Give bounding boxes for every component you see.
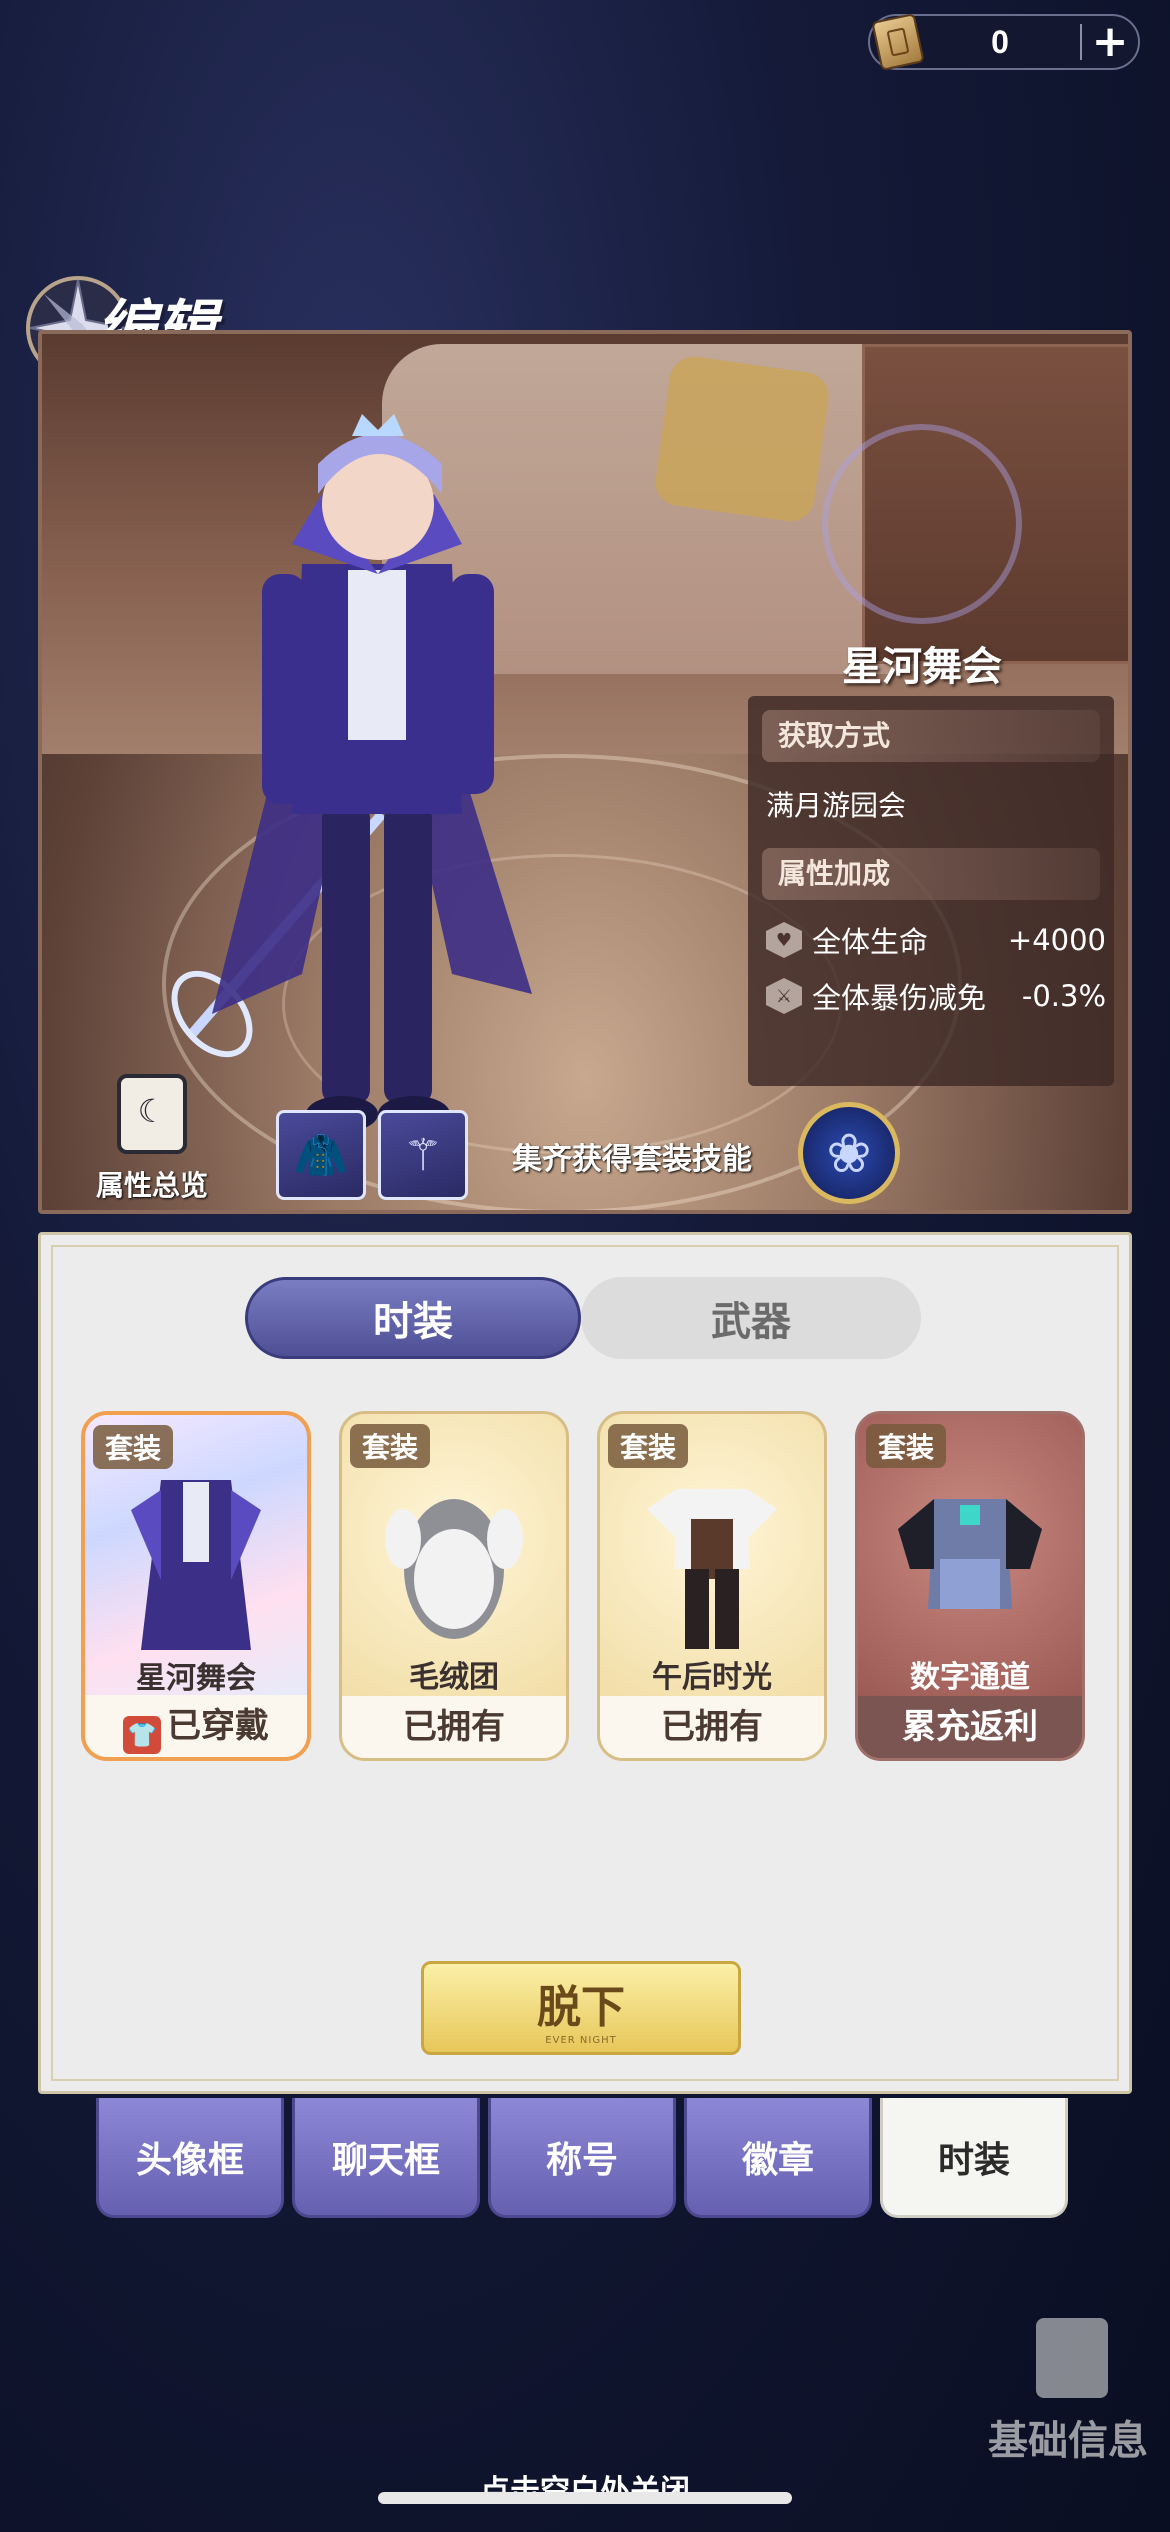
afternoon-outfit-icon [647, 1489, 777, 1649]
outfit-preview: 星河舞会 获取方式 满月游园会 属性加成 ♥ 全体生命 +4000 ⚔ 全体暴伤… [38, 330, 1132, 1214]
blue-rose-icon[interactable]: ❀ [798, 1102, 900, 1204]
sword-shield-icon: ⚔ [766, 978, 802, 1014]
home-indicator[interactable] [378, 2492, 792, 2504]
set-tag: 套装 [350, 1424, 431, 1468]
currency-amount: 0 [991, 23, 1009, 60]
tab-avatar-frame[interactable]: 头像框 [96, 2098, 284, 2218]
stat-value: -0.3% [1021, 979, 1106, 1013]
take-off-button[interactable]: 脱下 EVER NIGHT [421, 1961, 741, 2055]
download-icon [1036, 2318, 1108, 2398]
stat-row: ♥ 全体生命 +4000 [766, 916, 1106, 964]
base-info-button[interactable]: 基础信息 [976, 2318, 1170, 2488]
outfit-card-status-text: 已穿戴 [167, 1706, 269, 1746]
attribute-summary-button[interactable]: 属性总览 [82, 1074, 222, 1204]
background-pillow [652, 353, 832, 525]
set-tag: 套装 [93, 1425, 174, 1469]
set-skill-label: 集齐获得套装技能 [512, 1142, 752, 1177]
outfit-card-status: 👕 已穿戴 [85, 1695, 307, 1757]
book-moon-icon [117, 1074, 187, 1154]
wardrobe-tabs: 时装 武器 [245, 1277, 925, 1359]
wardrobe-panel: 时装 武器 套装 星河舞会 👕 已穿戴 套装 毛绒团 已拥有 套装 午后时光 已… [38, 1232, 1132, 2094]
coat-icon[interactable]: 🧥 [276, 1110, 366, 1200]
outfit-card-status: 已拥有 [600, 1696, 824, 1758]
outfit-card-name: 毛绒团 [409, 1660, 499, 1695]
outfit-card[interactable]: 套装 星河舞会 👕 已穿戴 [81, 1411, 311, 1761]
outfit-card[interactable]: 套装 午后时光 已拥有 [597, 1411, 827, 1761]
tab-chat-frame[interactable]: 聊天框 [292, 2098, 480, 2218]
ticket-scroll-icon [871, 12, 925, 72]
outfit-card-status: 累充返利 [858, 1696, 1082, 1758]
outfit-card-status: 已拥有 [342, 1696, 566, 1758]
outfit-card-name: 数字通道 [910, 1660, 1030, 1695]
set-tag: 套装 [608, 1424, 689, 1468]
category-tabs: 头像框 聊天框 称号 徽章 时装 [96, 2098, 1076, 2224]
stat-value: +4000 [1007, 923, 1106, 957]
outfit-card-name: 午后时光 [652, 1660, 772, 1695]
set-tag: 套装 [866, 1424, 947, 1468]
attribute-header: 属性加成 [762, 848, 1100, 900]
acquire-header: 获取方式 [762, 710, 1100, 762]
base-info-label: 基础信息 [988, 2417, 1148, 2464]
outfit-card-list: 套装 星河舞会 👕 已穿戴 套装 毛绒团 已拥有 套装 午后时光 已拥有 套装 … [81, 1411, 1101, 1771]
tab-fashion[interactable]: 时装 [245, 1277, 581, 1359]
tab-weapon[interactable]: 武器 [581, 1277, 921, 1359]
outfit-name: 星河舞会 [842, 644, 1002, 690]
character-model[interactable] [152, 374, 592, 1144]
stat-row: ⚔ 全体暴伤减免 -0.3% [766, 972, 1106, 1020]
outfit-card-name: 星河舞会 [136, 1661, 256, 1696]
outfit-card[interactable]: 套装 毛绒团 已拥有 [339, 1411, 569, 1761]
staff-icon[interactable]: ⚚ [378, 1110, 468, 1200]
wearing-icon: 👕 [123, 1716, 161, 1754]
outfit-info-panel: 获取方式 满月游园会 属性加成 ♥ 全体生命 +4000 ⚔ 全体暴伤减免 -0… [748, 696, 1114, 1086]
plush-outfit-icon [385, 1499, 523, 1639]
tab-badge[interactable]: 徽章 [684, 2098, 872, 2218]
heart-shield-icon: ♥ [766, 922, 802, 958]
take-off-label: 脱下 [537, 1981, 625, 2033]
stat-label: 全体暴伤减免 [812, 981, 987, 1015]
stat-label: 全体生命 [812, 925, 929, 959]
moon-decoration [822, 424, 1022, 624]
currency-bar: 0 + [868, 12, 1140, 72]
outfit-card[interactable]: 套装 数字通道 累充返利 [855, 1411, 1085, 1761]
take-off-subtext: EVER NIGHT [545, 2034, 617, 2046]
tab-fashion-category[interactable]: 时装 [880, 2098, 1068, 2218]
starlight-ball-outfit-icon [131, 1480, 261, 1650]
acquire-value: 满月游园会 [766, 789, 907, 822]
plus-icon[interactable]: + [1082, 20, 1138, 64]
tab-title[interactable]: 称号 [488, 2098, 676, 2218]
attribute-summary-label: 属性总览 [95, 1169, 208, 1202]
digital-channel-outfit-icon [898, 1499, 1042, 1609]
